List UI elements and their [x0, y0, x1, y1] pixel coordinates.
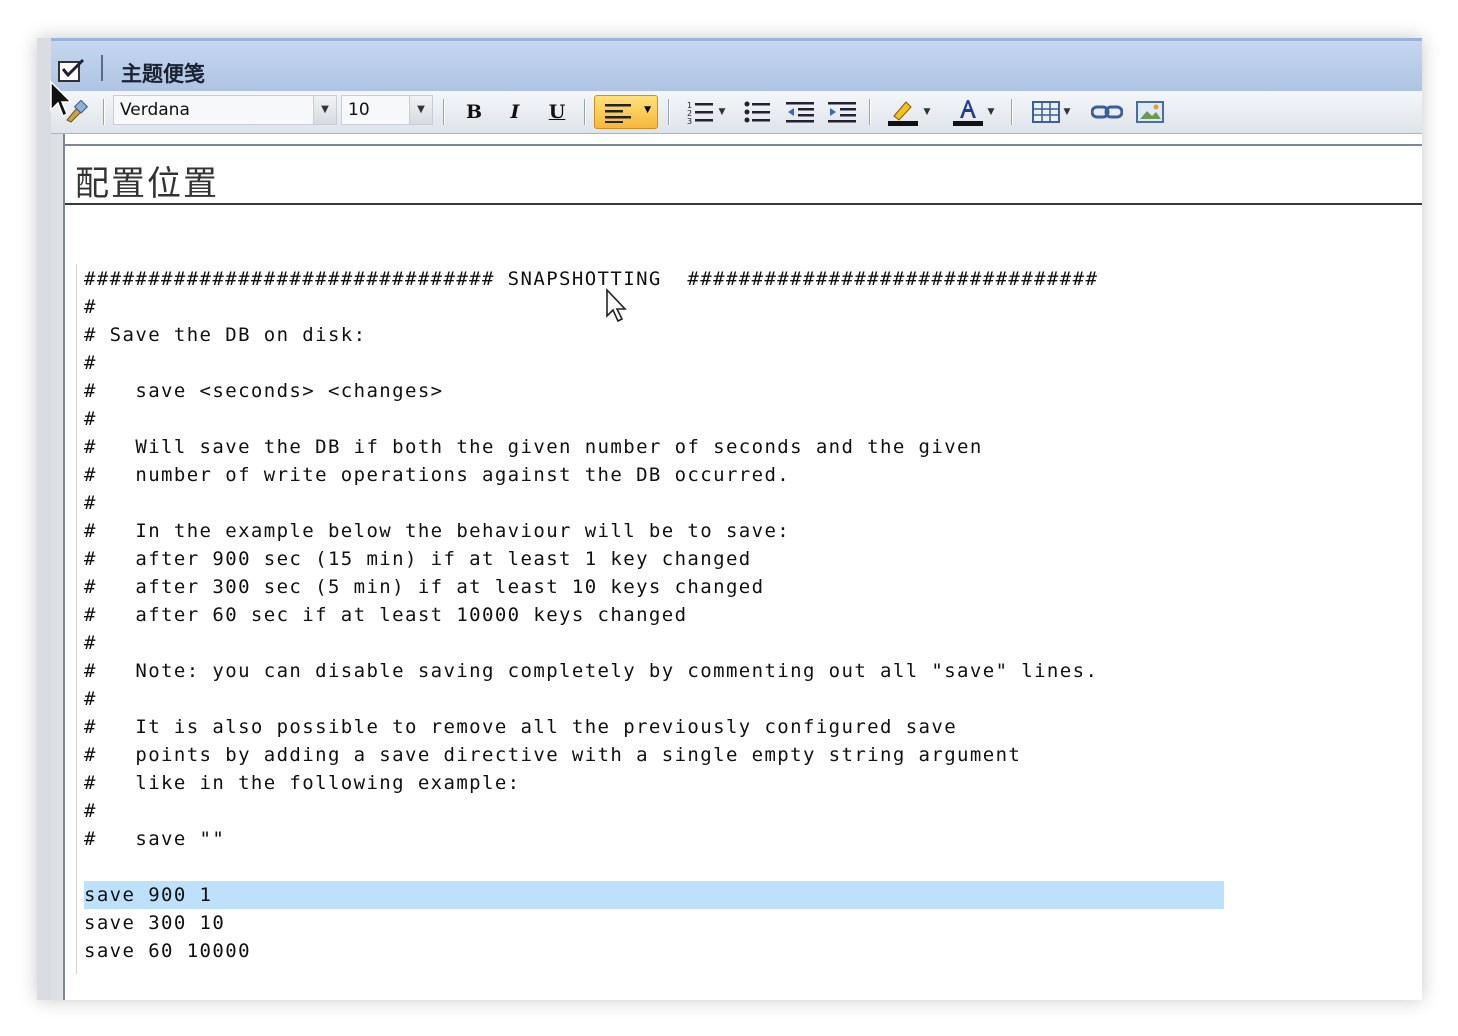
- code-line[interactable]: # Save the DB on disk:: [84, 321, 1224, 349]
- toolbar-separator: [869, 99, 870, 125]
- bullet-list-button[interactable]: [741, 97, 775, 127]
- toolbar-separator: [443, 99, 444, 125]
- toolbar-separator: [1011, 99, 1012, 125]
- editor-left-border: [51, 130, 65, 1000]
- format-toolbar: Verdana ▼ 10 ▼ B I U ▼ 1 2 3 ▼ ▼ ▼ ▼: [51, 91, 1422, 134]
- note-editor[interactable]: 配置位置 ################################ SN…: [65, 144, 1422, 1000]
- note-heading[interactable]: 配置位置: [75, 156, 219, 205]
- svg-text:3: 3: [687, 117, 692, 124]
- align-dropdown-icon[interactable]: ▼: [644, 105, 651, 115]
- font-color-button[interactable]: ▼: [945, 97, 1001, 127]
- code-block[interactable]: ################################ SNAPSHO…: [84, 265, 1224, 965]
- code-line[interactable]: # points by adding a save directive with…: [84, 741, 1224, 769]
- insert-image-button[interactable]: [1133, 97, 1167, 127]
- code-line[interactable]: [84, 853, 1224, 881]
- bold-button[interactable]: B: [457, 97, 491, 127]
- font-color-dropdown-icon[interactable]: ▼: [988, 107, 995, 117]
- numbered-list-icon: 1 2 3: [687, 101, 713, 124]
- code-line[interactable]: # save <seconds> <changes>: [84, 377, 1224, 405]
- highlight-color-dropdown-icon[interactable]: ▼: [924, 107, 931, 117]
- code-line[interactable]: #: [84, 629, 1224, 657]
- window-left-frame: [37, 38, 65, 1000]
- font-size-select[interactable]: 10 ▼: [341, 95, 433, 125]
- indent-icon: [828, 102, 856, 123]
- font-size-value: 10: [348, 100, 370, 120]
- image-icon: [1136, 101, 1164, 123]
- code-line[interactable]: # Will save the DB if both the given num…: [84, 433, 1224, 461]
- font-name-dropdown-icon[interactable]: ▼: [313, 96, 336, 124]
- numbered-list-button[interactable]: 1 2 3 ▼: [679, 97, 733, 127]
- code-block-border: [76, 264, 77, 974]
- code-line[interactable]: # save "": [84, 825, 1224, 853]
- outdent-icon: [786, 102, 814, 123]
- mouse-cursor-icon: [606, 288, 627, 323]
- italic-button[interactable]: I: [498, 97, 532, 127]
- heading-divider: [65, 203, 1422, 205]
- code-line[interactable]: ################################ SNAPSHO…: [84, 265, 1224, 293]
- code-line[interactable]: save 60 10000: [84, 937, 1224, 965]
- numbered-list-dropdown-icon[interactable]: ▼: [719, 107, 726, 117]
- align-left-button[interactable]: ▼: [594, 95, 658, 129]
- code-line[interactable]: #: [84, 797, 1224, 825]
- table-icon: [1031, 101, 1060, 123]
- title-bar: 主题便笺: [51, 38, 1422, 94]
- font-name-value: Verdana: [120, 100, 190, 120]
- code-line[interactable]: # after 900 sec (15 min) if at least 1 k…: [84, 545, 1224, 573]
- code-line[interactable]: #: [84, 349, 1224, 377]
- font-color-icon: [952, 100, 983, 126]
- insert-table-button[interactable]: ▼: [1023, 97, 1079, 127]
- insert-table-dropdown-icon[interactable]: ▼: [1064, 107, 1071, 117]
- font-size-dropdown-icon[interactable]: ▼: [409, 96, 432, 124]
- code-line[interactable]: #: [84, 293, 1224, 321]
- font-name-select[interactable]: Verdana ▼: [113, 95, 337, 125]
- title-separator: [101, 55, 103, 81]
- highlighter-icon: [887, 101, 918, 126]
- code-line[interactable]: # number of write operations against the…: [84, 461, 1224, 489]
- code-line[interactable]: # In the example below the behaviour wil…: [84, 517, 1224, 545]
- bullet-list-icon: [744, 101, 770, 123]
- selected-code-line[interactable]: save 900 1: [84, 881, 1224, 909]
- code-line[interactable]: save 300 10: [84, 909, 1224, 937]
- code-line[interactable]: # after 300 sec (5 min) if at least 10 k…: [84, 573, 1224, 601]
- code-line[interactable]: # after 60 sec if at least 10000 keys ch…: [84, 601, 1224, 629]
- note-window: 主题便笺 Verdana ▼ 10 ▼ B I U ▼ 1 2 3 ▼ ▼ ▼ …: [37, 38, 1422, 1000]
- outdent-button[interactable]: [783, 97, 817, 127]
- toolbar-separator: [584, 99, 585, 125]
- code-line[interactable]: #: [84, 405, 1224, 433]
- code-line[interactable]: # Note: you can disable saving completel…: [84, 657, 1224, 685]
- link-icon: [1091, 105, 1123, 119]
- insert-link-button[interactable]: [1087, 97, 1127, 127]
- highlight-color-button[interactable]: ▼: [881, 97, 937, 127]
- secondary-mouse-cursor-icon: [50, 80, 71, 118]
- window-title: 主题便笺: [121, 62, 205, 86]
- toolbar-separator: [103, 99, 104, 125]
- align-left-icon: [605, 104, 631, 123]
- code-line[interactable]: # It is also possible to remove all the …: [84, 713, 1224, 741]
- underline-button[interactable]: U: [540, 97, 574, 127]
- code-line[interactable]: # like in the following example:: [84, 769, 1224, 797]
- code-line[interactable]: #: [84, 685, 1224, 713]
- indent-button[interactable]: [825, 97, 859, 127]
- code-line[interactable]: #: [84, 489, 1224, 517]
- toolbar-separator: [668, 99, 669, 125]
